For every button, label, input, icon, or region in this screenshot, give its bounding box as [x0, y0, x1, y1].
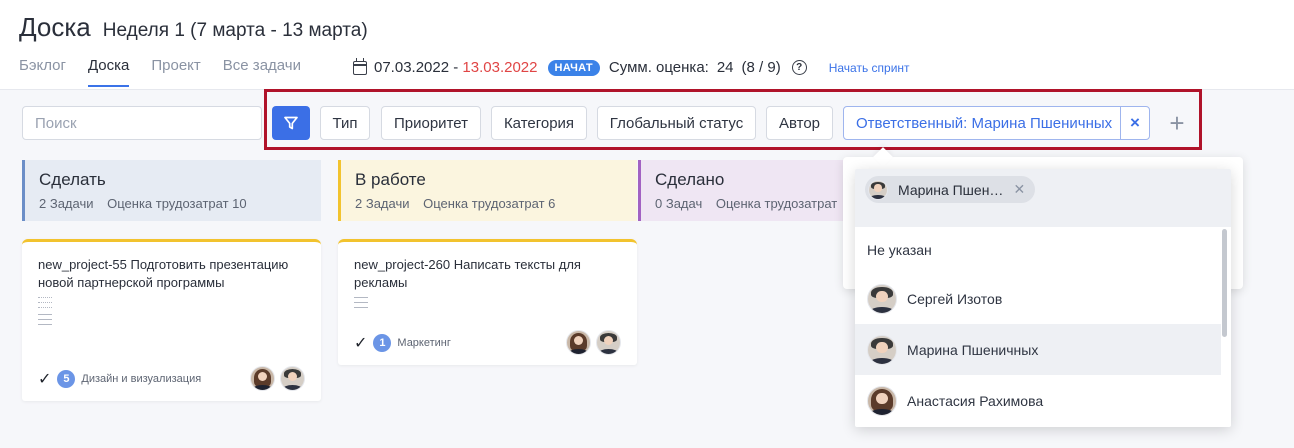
avatar	[867, 334, 897, 365]
card-title-first: Подготовить	[130, 257, 206, 272]
tab-board[interactable]: Доска	[87, 57, 130, 87]
sprint-title: Неделя 1 (7 марта - 13 марта)	[102, 20, 368, 41]
card-title-rest: рекламы	[354, 275, 408, 290]
description-icon	[38, 314, 52, 325]
card-avatars	[250, 366, 305, 391]
card-category: Маркетинг	[397, 336, 451, 349]
board-title: Доска	[19, 12, 91, 42]
column-todo-header: Сделать 2 Задачи Оценка трудозатрат 10	[22, 160, 321, 221]
option-marina-pshenichnykh[interactable]: Марина Пшеничных	[855, 324, 1221, 375]
card-footer: ✓ 5 Дизайн и визуализация	[38, 366, 305, 391]
avatar	[596, 330, 621, 355]
column-meta: 2 Задачи Оценка трудозатрат 10	[39, 196, 307, 211]
option-sergey-izotov[interactable]: Сергей Изотов	[855, 273, 1231, 324]
filter-highlight-frame	[264, 89, 1202, 150]
column-count: 2 Задачи	[39, 196, 94, 211]
card-title: new_project-55 Подготовить презентацию н…	[38, 256, 305, 292]
help-icon[interactable]: ?	[791, 60, 807, 75]
responsible-dropdown: Марина Пшен… ✕ Не указан Сергей Изотов М…	[855, 169, 1231, 427]
card-key: new_project-260	[354, 257, 451, 272]
card-title: new_project-260 Написать тексты для рекл…	[354, 256, 621, 292]
option-label: Не указан	[867, 242, 932, 258]
column-estimate: Оценка трудозатрат	[715, 196, 838, 211]
option-label: Марина Пшеничных	[907, 341, 1039, 358]
task-card[interactable]: new_project-55 Подготовить презентацию н…	[22, 239, 321, 401]
tab-all-tasks[interactable]: Все задачи	[223, 57, 301, 86]
column-done-header: Сделано 0 Задач Оценка трудозатрат	[638, 160, 853, 221]
task-card[interactable]: new_project-260 Написать тексты для рекл…	[338, 239, 637, 365]
check-icon: ✓	[354, 334, 368, 352]
avatar	[868, 179, 888, 200]
card-title-first: Написать тексты для	[453, 257, 581, 272]
card-category: Дизайн и визуализация	[81, 372, 202, 385]
sprint-date-start: 07.03.2022	[374, 59, 450, 76]
dropdown-options: Не указан Сергей Изотов Марина Пшеничных…	[855, 227, 1231, 427]
column-name: В работе	[355, 170, 426, 189]
search-input[interactable]	[22, 106, 262, 140]
page-title: Доска Неделя 1 (7 марта - 13 марта)	[19, 12, 368, 43]
tab-backlog[interactable]: Бэклог	[19, 57, 66, 86]
date-separator: -	[449, 59, 463, 76]
card-avatars	[566, 330, 621, 355]
card-indicators	[38, 297, 305, 325]
option-label: Анастасия Рахимова	[907, 392, 1044, 409]
calendar-icon	[353, 58, 367, 75]
estimate-badge: 5	[57, 369, 76, 388]
sprint-info: 07.03.2022 - 13.03.2022 НАЧАТ Сумм. оцен…	[353, 58, 910, 76]
selected-user-name: Марина Пшен…	[898, 181, 1004, 198]
avatar	[566, 330, 591, 355]
column-count: 0 Задач	[655, 196, 703, 211]
tab-project[interactable]: Проект	[151, 57, 200, 86]
avatar	[867, 283, 897, 314]
avatar	[867, 385, 897, 416]
avatar	[280, 366, 305, 391]
option-unassigned[interactable]: Не указан	[855, 227, 1231, 273]
column-in-progress-header: В работе 2 Задачи Оценка трудозатрат 6	[338, 160, 637, 221]
column-meta: 2 Задачи Оценка трудозатрат 6	[355, 196, 623, 211]
column-estimate: Оценка трудозатрат 10	[107, 196, 247, 211]
selected-values-area[interactable]: Марина Пшен… ✕	[855, 169, 1231, 227]
option-label: Сергей Изотов	[907, 290, 1003, 307]
description-icon	[354, 297, 368, 308]
card-key: new_project-55	[38, 257, 127, 272]
avatar	[250, 366, 275, 391]
remove-chip-icon[interactable]: ✕	[1013, 181, 1025, 198]
estimate-badge: 1	[373, 333, 392, 352]
start-sprint-link[interactable]: Начать спринт	[829, 61, 910, 75]
dropdown-scrollbar[interactable]	[1222, 229, 1227, 337]
tab-bar: Бэклог Доска Проект Все задачи	[19, 57, 301, 87]
sum-estimate-value: 24	[716, 59, 734, 76]
column-estimate: Оценка трудозатрат 6	[423, 196, 556, 211]
selected-user-chip[interactable]: Марина Пшен… ✕	[865, 176, 1036, 203]
option-anastasia-rakhimova[interactable]: Анастасия Рахимова	[855, 375, 1231, 426]
column-name: Сделать	[39, 170, 106, 189]
sprint-date-end: 13.03.2022	[462, 59, 538, 76]
page-header: Доска Неделя 1 (7 марта - 13 марта) Бэкл…	[0, 0, 1294, 90]
checklist-icon	[38, 297, 52, 308]
column-name: Сделано	[655, 170, 725, 189]
card-footer: ✓ 1 Маркетинг	[354, 330, 621, 355]
column-count: 2 Задачи	[355, 196, 410, 211]
status-badge: НАЧАТ	[547, 59, 600, 76]
card-indicators	[354, 297, 621, 308]
sum-estimate-detail: (8 / 9)	[741, 59, 781, 76]
sum-estimate-label: Сумм. оценка:	[608, 59, 709, 76]
column-meta: 0 Задач Оценка трудозатрат	[655, 196, 839, 211]
check-icon: ✓	[38, 370, 52, 388]
